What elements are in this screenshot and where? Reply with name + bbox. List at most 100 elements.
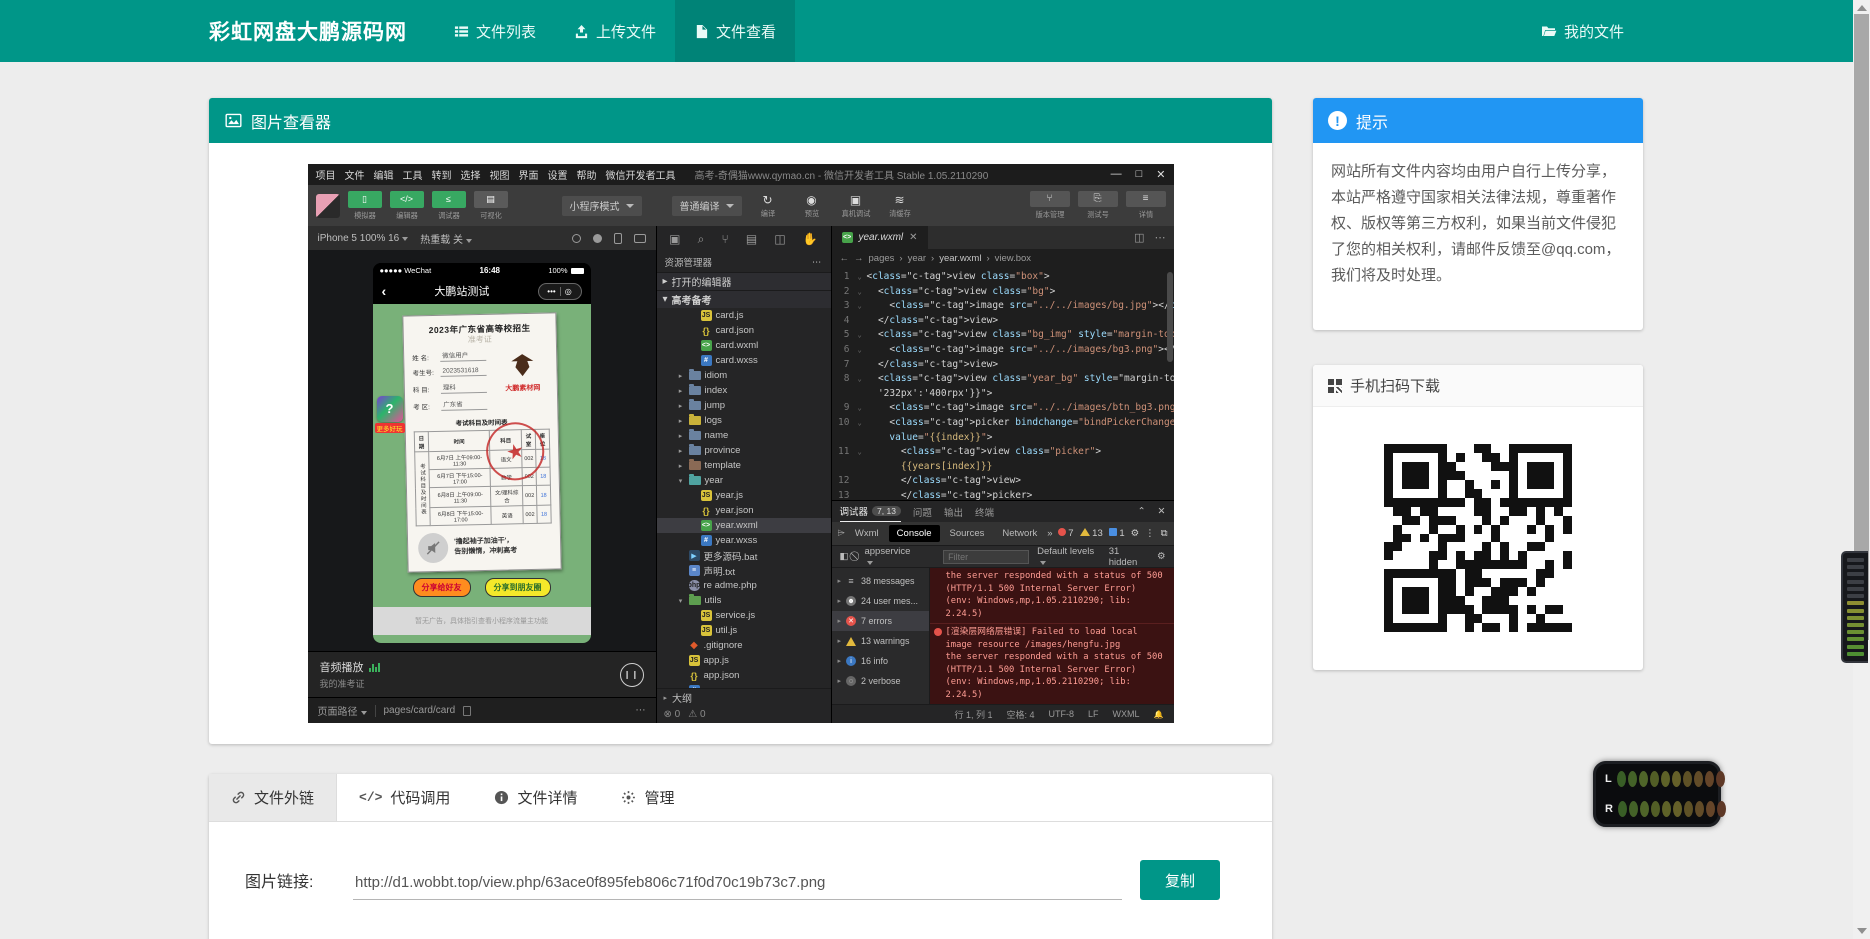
hot-reload-select[interactable]: 热重载 关 <box>420 231 472 246</box>
nav-forward-icon[interactable]: → <box>854 253 864 264</box>
split-editor-icon[interactable]: ◫ <box>1134 231 1144 244</box>
tree-item-app.json[interactable]: {}app.json <box>657 668 831 683</box>
split-icon[interactable]: ◫ <box>774 232 785 246</box>
search-icon[interactable]: ⌕ <box>698 232 705 247</box>
copy-button[interactable]: 复制 <box>1140 860 1220 900</box>
status-item[interactable]: 行 1, 列 1 <box>954 708 992 721</box>
open-editors-section[interactable]: ▸打开的编辑器 <box>657 272 831 290</box>
tree-item-index[interactable]: ▸index <box>657 383 831 398</box>
collapse-panel-icon[interactable]: ⌃ <box>1138 506 1146 517</box>
close-tab-icon[interactable]: ✕ <box>909 232 917 243</box>
menu-item[interactable]: 转到 <box>432 167 452 182</box>
toolbar-toggle-编辑器[interactable]: </>编辑器 <box>390 191 424 221</box>
tree-item-utils[interactable]: ▾utils <box>657 593 831 608</box>
devtools-tab-Wxml[interactable]: Wxml <box>847 525 887 542</box>
bell-icon[interactable]: 🔔 <box>1154 710 1164 719</box>
toolbar-toggle-可视化[interactable]: ▤可视化 <box>474 191 508 221</box>
breadcrumb-item[interactable]: view.box <box>995 253 1031 264</box>
console-group-list[interactable]: ▸≡38 messages <box>832 571 929 591</box>
tree-item-card.wxss[interactable]: #card.wxss <box>657 353 831 368</box>
console-group-warn[interactable]: ▸13 warnings <box>832 631 929 651</box>
tree-item-app.js[interactable]: JSapp.js <box>657 653 831 668</box>
tree-item-service.js[interactable]: JSservice.js <box>657 608 831 623</box>
close-button[interactable]: ✕ <box>1156 168 1165 181</box>
copy-path-icon[interactable] <box>463 706 471 716</box>
tab-代码调用[interactable]: </>代码调用 <box>337 774 472 821</box>
scroll-up-arrow[interactable] <box>1857 5 1867 11</box>
tree-item-jump[interactable]: ▸jump <box>657 398 831 413</box>
menu-item[interactable]: 工具 <box>403 167 423 182</box>
nav-item-文件列表[interactable]: 文件列表 <box>435 0 555 62</box>
settings-icon[interactable]: ⚙ <box>1131 528 1140 539</box>
menu-item[interactable]: 文件 <box>345 167 365 182</box>
action-清缓存[interactable]: ≋清缓存 <box>882 192 918 219</box>
console-group-info[interactable]: ▸i16 info <box>832 651 929 671</box>
menu-item[interactable]: 项目 <box>316 167 336 182</box>
menu-item[interactable]: 选择 <box>461 167 481 182</box>
context-select[interactable]: appservice <box>864 546 917 568</box>
image-link-input[interactable] <box>353 870 1122 900</box>
hand-icon[interactable]: ✋ <box>803 232 818 246</box>
tree-item-name[interactable]: ▸name <box>657 428 831 443</box>
tree-item-card.js[interactable]: JScard.js <box>657 308 831 323</box>
project-root-section[interactable]: ▾高考备考 <box>657 290 831 308</box>
action-详情[interactable]: ≡详情 <box>1126 191 1166 220</box>
action-真机调试[interactable]: ▣真机调试 <box>838 192 874 219</box>
tree-item-idiom[interactable]: ▸idiom <box>657 368 831 383</box>
tree-item-card.json[interactable]: {}card.json <box>657 323 831 338</box>
tab-文件外链[interactable]: 文件外链 <box>209 774 337 821</box>
tree-item-util.js[interactable]: JSutil.js <box>657 623 831 638</box>
extensions-icon[interactable]: ▤ <box>746 232 757 246</box>
menu-item[interactable]: 微信开发者工具 <box>606 167 676 182</box>
scrollbar-thumb[interactable] <box>1854 14 1869 640</box>
outline-section[interactable]: ▸大纲 <box>657 689 831 706</box>
pause-button[interactable]: ❙❙ <box>620 663 644 687</box>
action-预览[interactable]: ◉预览 <box>794 192 830 219</box>
tree-item-card.wxml[interactable]: <>card.wxml <box>657 338 831 353</box>
compile-select[interactable]: 普通编译 <box>672 196 742 216</box>
menu-item[interactable]: 帮助 <box>577 167 597 182</box>
tab-管理[interactable]: 管理 <box>599 774 696 821</box>
tree-item-logs[interactable]: ▸logs <box>657 413 831 428</box>
status-item[interactable]: 空格: 4 <box>1007 708 1035 721</box>
status-item[interactable]: UTF-8 <box>1049 709 1075 719</box>
fun-badge[interactable]: ? 更多好玩 <box>375 396 405 433</box>
tab-文件详情[interactable]: 文件详情 <box>472 774 599 821</box>
menu-item[interactable]: 界面 <box>519 167 539 182</box>
device-select[interactable]: iPhone 5 100% 16 <box>318 233 409 244</box>
console-group-bug[interactable]: ▸◌2 verbose <box>832 671 929 691</box>
explorer-more-icon[interactable]: ⋯ <box>812 257 823 268</box>
menu-item[interactable]: 编辑 <box>374 167 394 182</box>
kebab-icon[interactable]: ⋮ <box>1145 528 1155 539</box>
breadcrumb-item[interactable]: pages <box>869 253 895 264</box>
tree-item-template[interactable]: ▸template <box>657 458 831 473</box>
editor-tab-year-wxml[interactable]: <> year.wxml ✕ <box>832 226 928 249</box>
toolbar-toggle-调试器[interactable]: ≤调试器 <box>432 191 466 221</box>
console-filter-input[interactable] <box>943 550 1029 564</box>
path-label[interactable]: 页面路径 <box>318 703 367 718</box>
nav-back-icon[interactable]: ← <box>840 253 850 264</box>
tree-item-.gitignore[interactable]: ◆.gitignore <box>657 638 831 653</box>
console-group-user[interactable]: ▸☻24 user mes... <box>832 591 929 611</box>
tab-output[interactable]: 输出 <box>944 505 963 519</box>
source-control-icon[interactable]: ⑂ <box>722 232 729 246</box>
levels-select[interactable]: Default levels <box>1037 546 1101 568</box>
editor-scrollbar-thumb[interactable] <box>1167 272 1173 362</box>
window-mode-icon[interactable] <box>634 234 646 243</box>
toolbar-toggle-模拟器[interactable]: ▯模拟器 <box>348 191 382 221</box>
breadcrumb-item[interactable]: year.wxml <box>939 253 981 264</box>
user-avatar[interactable] <box>316 194 340 218</box>
tree-item-re adme.php[interactable]: phpre adme.php <box>657 578 831 593</box>
page-scrollbar[interactable] <box>1853 0 1870 939</box>
devtools-tab-Network[interactable]: Network <box>994 525 1045 542</box>
files-icon[interactable]: ▣ <box>669 232 680 246</box>
status-item[interactable]: WXML <box>1113 709 1140 719</box>
tab-terminal[interactable]: 终端 <box>975 505 994 519</box>
tree-item-province[interactable]: ▸province <box>657 443 831 458</box>
rotate-icon[interactable] <box>572 234 581 243</box>
tree-item-year.json[interactable]: {}year.json <box>657 503 831 518</box>
record-icon[interactable] <box>593 234 602 243</box>
tree-item-year.js[interactable]: JSyear.js <box>657 488 831 503</box>
action-版本管理[interactable]: ⑂版本管理 <box>1030 191 1070 220</box>
device-frame-icon[interactable] <box>614 233 622 244</box>
